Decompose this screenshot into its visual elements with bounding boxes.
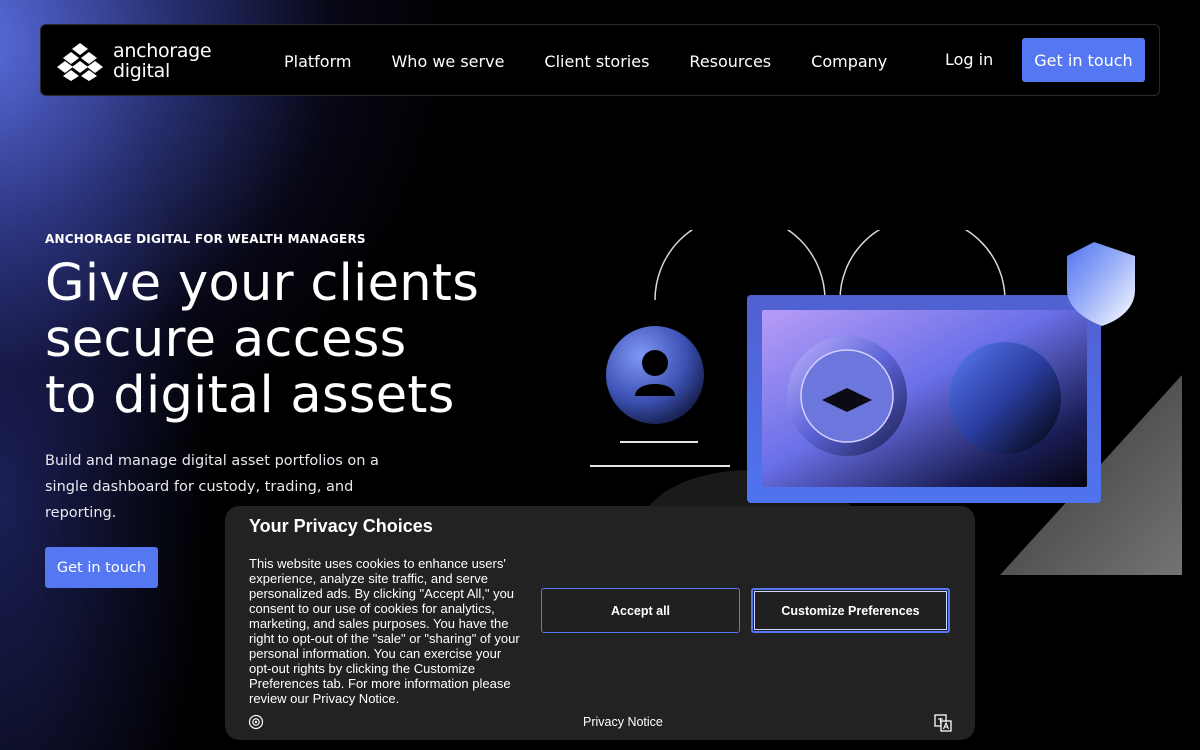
- cookie-consent-banner: Your Privacy Choices This website uses c…: [225, 506, 975, 740]
- hero-eyebrow: ANCHORAGE DIGITAL FOR WEALTH MANAGERS: [45, 232, 366, 246]
- hero-headline-line: secure access: [45, 310, 407, 369]
- gear-icon[interactable]: [248, 714, 264, 730]
- brand-logo[interactable]: anchorage digital: [57, 41, 217, 81]
- anchorage-logo-icon: [57, 43, 103, 81]
- cookie-title: Your Privacy Choices: [249, 516, 433, 536]
- hero-headline-line: to digital assets: [45, 366, 455, 425]
- cookie-description: This website uses cookies to enhance use…: [249, 556, 520, 706]
- top-navigation: anchorage digital Platform Who we serve …: [40, 24, 1160, 96]
- nav-link-client-stories[interactable]: Client stories: [544, 52, 649, 71]
- brand-name-line1: anchorage: [113, 40, 212, 62]
- nav-link-resources[interactable]: Resources: [689, 52, 771, 71]
- brand-name-line2: digital: [113, 60, 170, 82]
- login-link[interactable]: Log in: [945, 50, 993, 69]
- nav-links: Platform Who we serve Client stories Res…: [284, 25, 927, 97]
- translate-icon[interactable]: [934, 714, 952, 732]
- accept-all-button[interactable]: Accept all: [541, 588, 740, 633]
- nav-get-in-touch-button[interactable]: Get in touch: [1022, 38, 1145, 82]
- hero-headline-line: Give your clients: [45, 254, 480, 313]
- hero-get-in-touch-button[interactable]: Get in touch: [45, 547, 158, 588]
- nav-link-platform[interactable]: Platform: [284, 52, 351, 71]
- brand-wordmark: anchorage digital: [113, 40, 212, 82]
- nav-link-company[interactable]: Company: [811, 52, 887, 71]
- customize-preferences-button[interactable]: Customize Preferences: [751, 588, 950, 633]
- privacy-notice-link[interactable]: Privacy Notice: [583, 715, 663, 729]
- hero-headline: Give your clients secure access to digit…: [45, 256, 525, 424]
- nav-link-who-we-serve[interactable]: Who we serve: [391, 52, 504, 71]
